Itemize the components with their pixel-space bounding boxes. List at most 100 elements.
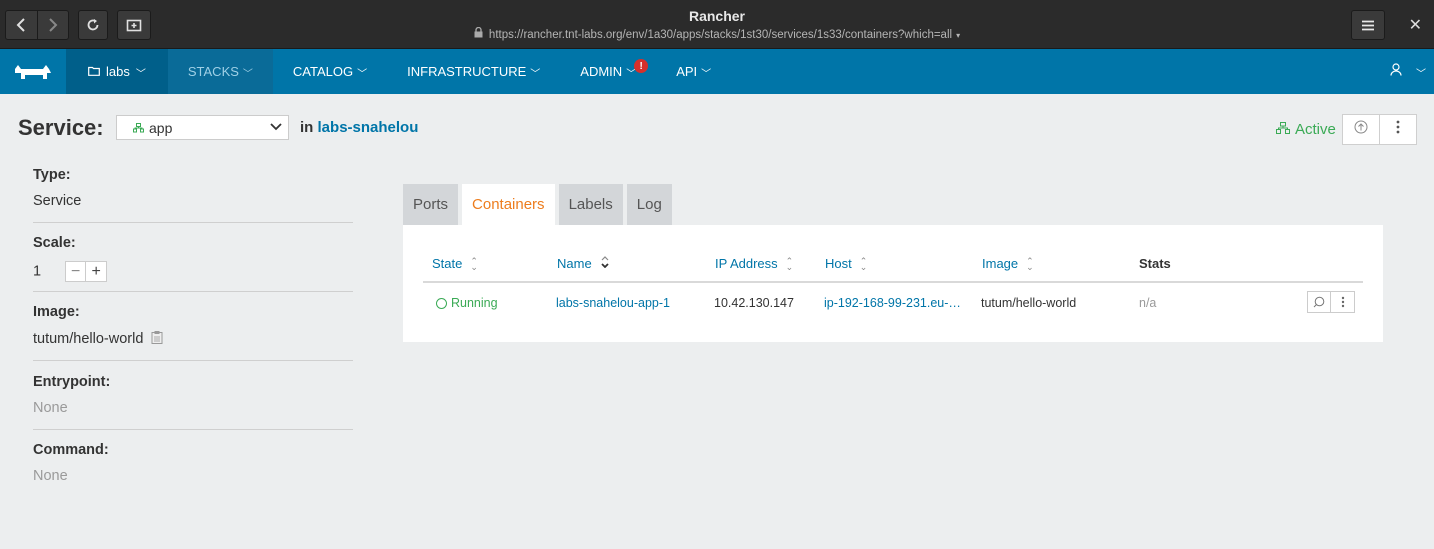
chevron-down-icon: ﹀ [242,69,253,80]
entrypoint-value: None [33,400,68,416]
chevron-down-icon: ﹀ [701,69,712,80]
info-command: Command: None [33,442,353,484]
stack-reference: in labs-snahelou [300,119,418,136]
upgrade-button[interactable] [1342,114,1380,145]
service-icon [133,122,144,133]
service-state-icon [1276,121,1290,138]
column-header-image[interactable]: Image ⌃ ⌄ [982,256,1034,271]
command-label: Command: [33,442,109,458]
service-state-label: Active [1295,121,1336,138]
sort-active-icon [600,256,610,271]
service-select-value: app [149,119,173,136]
image-row: tutum/hello-world [33,330,353,348]
more-actions-button[interactable] [1379,114,1417,145]
scale-stepper: − + [65,261,108,282]
column-header-host-label: Host [825,256,852,271]
rancher-logo[interactable] [0,49,66,94]
container-name-link[interactable]: labs-snahelou-app-1 [556,296,670,310]
console-button[interactable] [1307,291,1331,313]
user-menu[interactable]: ﹀ [1390,49,1434,94]
row-actions [1307,291,1355,313]
sort-icon: ⌃ ⌄ [785,255,794,272]
menu-catalog[interactable]: CATALOG ﹀ [273,49,387,94]
stack-link[interactable]: labs-snahelou [318,119,419,136]
address-bar[interactable]: https://rancher.tnt-labs.org/env/1a30/ap… [0,26,1434,41]
alert-badge: ! [634,59,649,73]
copy-icon[interactable] [151,330,164,348]
menu-admin-label: ADMIN [580,64,623,79]
header-divider [423,281,1363,283]
chevron-down-icon: ﹀ [135,69,146,80]
container-ip: 10.42.130.147 [714,296,794,310]
column-header-state-label: State [432,256,463,271]
column-header-image-label: Image [982,256,1019,271]
folder-icon [88,64,100,79]
type-label: Type: [33,167,71,183]
chevron-down-icon: ﹀ [357,69,368,80]
menu-stacks[interactable]: STACKS ﹀ [167,49,273,94]
container-host-link[interactable]: ip-192-168-99-231.eu-… [824,296,961,310]
container-stats: n/a [1139,296,1157,310]
window-title: Rancher [688,8,746,24]
tab-ports[interactable]: Ports [403,184,459,225]
browser-toolbar: Rancher https://rancher.tnt-labs.org/env… [0,0,1434,49]
scale-row: 1 − + [33,261,353,282]
sort-icon: ⌃ ⌄ [1026,255,1034,272]
service-select[interactable]: app [116,115,289,140]
menu-infrastructure-label: INFRASTRUCTURE [407,64,527,79]
container-state: Running [436,296,498,310]
scale-decrement-button[interactable]: − [65,261,87,282]
menu-stacks-label: STACKS [187,64,239,79]
menu-api-label: API [676,64,698,79]
tab-log[interactable]: Log [626,184,672,225]
menu-infrastructure[interactable]: INFRASTRUCTURE ﹀ [387,49,560,94]
column-header-ip[interactable]: IP Address ⌃ ⌄ [715,256,793,271]
tab-labels[interactable]: Labels [558,184,623,225]
menu-api[interactable]: API ﹀ [656,49,731,94]
environment-name: labs [106,64,130,79]
info-image: Image: tutum/hello-world [33,304,353,348]
sort-icon: ⌃ ⌄ [859,255,868,272]
upgrade-icon [1354,120,1368,139]
column-header-stats: Stats [1139,256,1171,271]
page-title: Service: [18,115,104,140]
url-dropdown-icon[interactable]: ▾ [956,31,960,40]
tab-containers[interactable]: Containers [462,184,555,225]
hamburger-menu-icon[interactable] [1351,10,1385,40]
detail-tabs: Ports Containers Labels Log [403,184,672,225]
column-header-host[interactable]: Host ⌃ ⌄ [825,256,867,271]
scale-value: 1 [33,263,42,280]
containers-panel: State ⌃ ⌄ Name IP Address ⌃ ⌄ Host ⌃ ⌄ Imag… [403,225,1383,342]
row-more-button[interactable] [1331,291,1355,313]
running-icon [436,297,447,309]
info-entrypoint: Entrypoint: None [33,374,353,416]
menu-admin[interactable]: ADMIN ﹀ ! [560,49,656,94]
column-header-name[interactable]: Name [557,256,610,271]
info-type: Type: Service [33,167,353,209]
environment-switcher[interactable]: labs ﹀ [66,49,168,94]
close-window-icon[interactable]: ✕ [1409,15,1422,35]
user-icon [1390,62,1402,81]
vertical-dots-icon [1396,120,1400,139]
chevron-down-icon: ﹀ [530,69,541,80]
chevron-down-icon: ﹀ [1416,69,1426,80]
menu-catalog-label: CATALOG [292,64,354,79]
info-scale: Scale: 1 − + [33,235,353,282]
column-header-state[interactable]: State ⌃ ⌄ [432,256,478,271]
container-image: tutum/hello-world [981,296,1077,310]
container-state-label: Running [451,296,498,310]
scale-increment-button[interactable]: + [86,261,108,282]
in-text: in [300,119,314,136]
lock-icon [474,26,483,41]
scale-label: Scale: [33,235,76,251]
app-navbar: labs ﹀ STACKS ﹀ CATALOG ﹀ INFRASTRUCTURE… [0,49,1434,94]
image-label: Image: [33,304,80,320]
entrypoint-label: Entrypoint: [33,374,111,390]
service-state: Active [1276,121,1336,138]
type-value: Service [33,193,82,209]
command-value: None [33,468,68,484]
column-header-ip-label: IP Address [715,256,778,271]
url-text: https://rancher.tnt-labs.org/env/1a30/ap… [488,29,953,41]
chevron-down-icon [270,120,282,135]
sort-icon: ⌃ ⌄ [470,255,478,272]
